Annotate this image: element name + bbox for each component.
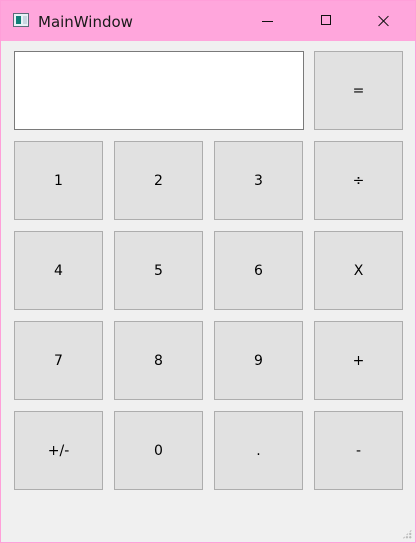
minimize-button[interactable] xyxy=(239,1,297,41)
minimize-icon xyxy=(262,21,273,22)
close-icon xyxy=(378,15,390,27)
calculator-window: MainWindow = 1 2 3 ÷ 4 5 6 X 7 8 9 + +/-… xyxy=(0,0,416,543)
digit-0-button[interactable]: 0 xyxy=(114,411,203,490)
calculator-display[interactable] xyxy=(14,51,304,130)
digit-9-button[interactable]: 9 xyxy=(214,321,303,400)
plus-button[interactable]: + xyxy=(314,321,403,400)
equals-button[interactable]: = xyxy=(314,51,403,130)
minus-button[interactable]: - xyxy=(314,411,403,490)
maximize-button[interactable] xyxy=(297,1,355,41)
size-grip-icon[interactable] xyxy=(402,529,412,539)
digit-5-button[interactable]: 5 xyxy=(114,231,203,310)
title-bar[interactable]: MainWindow xyxy=(1,1,415,41)
digit-7-button[interactable]: 7 xyxy=(14,321,103,400)
close-button[interactable] xyxy=(355,1,413,41)
digit-8-button[interactable]: 8 xyxy=(114,321,203,400)
digit-4-button[interactable]: 4 xyxy=(14,231,103,310)
window-title: MainWindow xyxy=(38,13,133,31)
digit-1-button[interactable]: 1 xyxy=(14,141,103,220)
maximize-icon xyxy=(321,15,331,25)
digit-6-button[interactable]: 6 xyxy=(214,231,303,310)
multiply-button[interactable]: X xyxy=(314,231,403,310)
app-window-icon xyxy=(13,13,29,27)
digit-2-button[interactable]: 2 xyxy=(114,141,203,220)
decimal-button[interactable]: . xyxy=(214,411,303,490)
sign-toggle-button[interactable]: +/- xyxy=(14,411,103,490)
digit-3-button[interactable]: 3 xyxy=(214,141,303,220)
divide-button[interactable]: ÷ xyxy=(314,141,403,220)
